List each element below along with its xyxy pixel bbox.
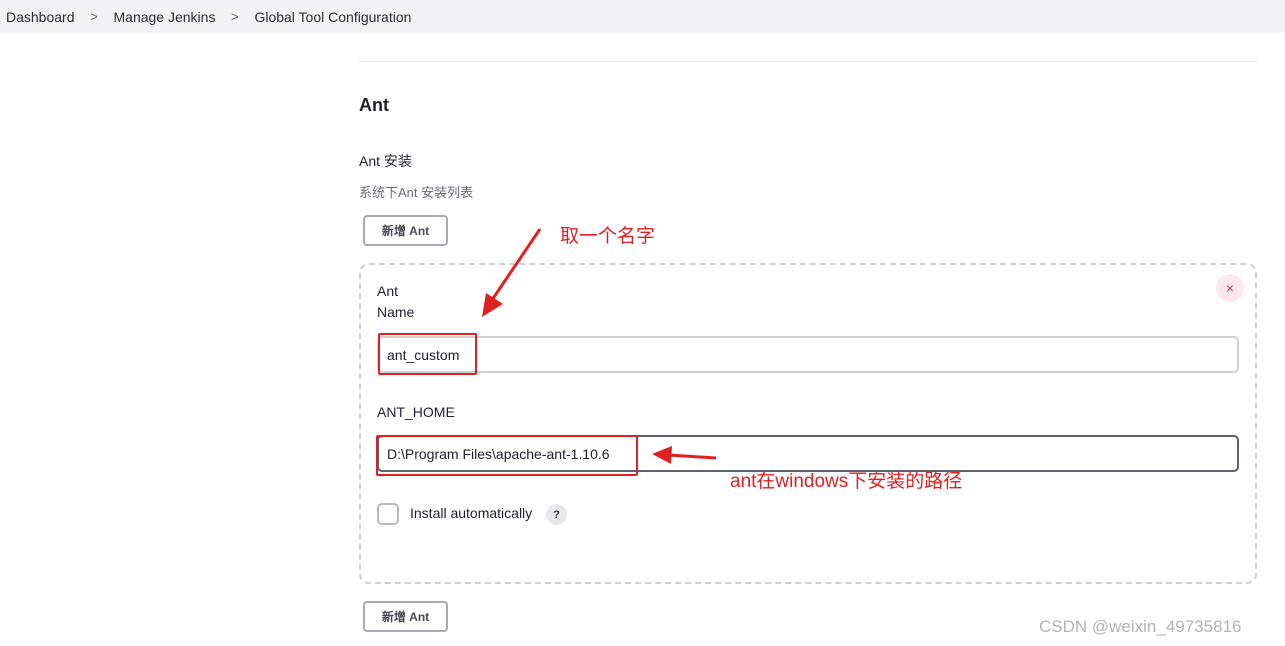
section-title: Ant bbox=[359, 95, 389, 115]
installations-label: Ant 安装 bbox=[359, 153, 412, 169]
breadcrumb-manage-jenkins[interactable]: Manage Jenkins bbox=[114, 9, 216, 25]
install-automatically-label: Install automatically bbox=[410, 505, 533, 521]
name-annotation: 取一个名字 bbox=[560, 226, 656, 247]
watermark: CSDN @weixin_49735816 bbox=[1039, 617, 1242, 636]
install-automatically-checkbox[interactable] bbox=[377, 503, 399, 525]
section-divider bbox=[359, 61, 1257, 62]
name-label-prefix: Ant bbox=[377, 283, 399, 299]
path-annotation: ant在windows下安装的路径 bbox=[730, 471, 963, 492]
breadcrumb-global-tool-configuration[interactable]: Global Tool Configuration bbox=[254, 9, 411, 25]
ant-name-input[interactable]: ant_custom bbox=[377, 336, 1239, 373]
chevron-right-icon: > bbox=[90, 9, 98, 24]
chevron-right-icon: > bbox=[231, 9, 239, 24]
name-label: Name bbox=[377, 304, 415, 320]
path-highlight-box bbox=[376, 435, 638, 476]
add-ant-button[interactable]: 新增 Ant bbox=[363, 215, 448, 246]
breadcrumb: Dashboard > Manage Jenkins > Global Tool… bbox=[0, 0, 1285, 33]
breadcrumb-dashboard[interactable]: Dashboard bbox=[6, 9, 75, 25]
add-ant-button-bottom[interactable]: 新增 Ant bbox=[363, 601, 448, 632]
ant-installation-panel bbox=[359, 263, 1257, 584]
installations-description: 系统下Ant 安装列表 bbox=[359, 185, 474, 200]
ant-home-label: ANT_HOME bbox=[377, 404, 455, 420]
close-icon[interactable]: × bbox=[1216, 274, 1244, 302]
help-icon[interactable]: ? bbox=[546, 504, 567, 525]
name-highlight-box bbox=[378, 333, 477, 375]
